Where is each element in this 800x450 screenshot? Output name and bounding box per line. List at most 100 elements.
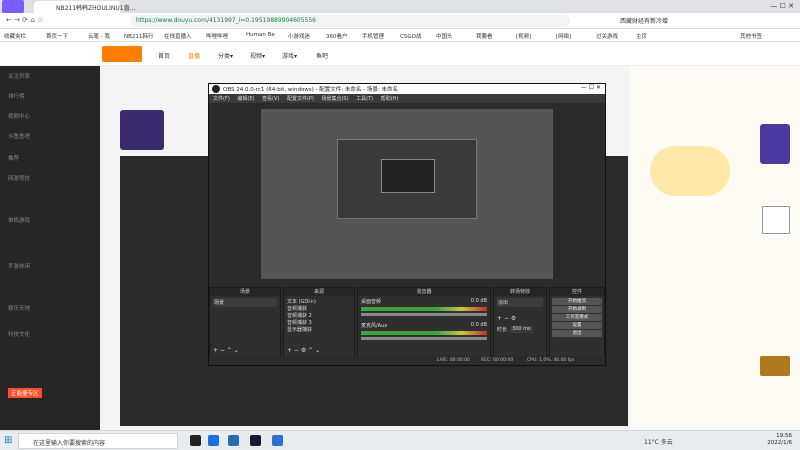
reward-icon[interactable]	[760, 356, 790, 376]
window-controls[interactable]: — ☐ ✕	[770, 2, 794, 10]
settings-button[interactable]: 设置	[552, 322, 602, 329]
url-text: https://www.douyu.com/4131997_i=0.195198…	[136, 17, 316, 24]
duration-input[interactable]: 300 ms	[510, 326, 533, 333]
browser-search-hint[interactable]: 西藏财经有新冷增	[620, 16, 668, 25]
windows-start-icon[interactable]: ⊞	[4, 435, 12, 446]
nav-item[interactable]: 首页	[158, 51, 170, 60]
tab-label: NB211韩韩ZHOULINU1直…	[56, 5, 136, 12]
dock-sources: 来源 文本 (GDI+) 音频捕获 音频捕获 2 音频捕获 3 显示器捕获 + …	[283, 287, 355, 357]
transition-controls[interactable]: + − ⚙	[497, 315, 543, 322]
bookmark-item[interactable]: [视频]	[516, 32, 531, 40]
scene-item[interactable]: 场景	[213, 298, 277, 307]
obs-preview[interactable]	[261, 109, 553, 279]
transition-select[interactable]: 淡出	[497, 298, 543, 307]
site-header: 首页 直播 分类▾ 视频▾ 游戏▾ 鱼吧	[0, 42, 800, 66]
preview-nested-window-inner	[381, 159, 435, 193]
left-sidebar: 关注列表 排行榜 视频中心 斗鱼鱼吧 推荐 网游竞技 单机游戏 手游休闲 娱乐天…	[0, 66, 100, 430]
status-live: LIVE: 00:00:00	[437, 358, 470, 363]
nav-item[interactable]: 分类▾	[218, 51, 233, 60]
source-controls[interactable]: + − ⚙ ⌃ ⌄	[287, 347, 320, 354]
obs-menu-item[interactable]: 帮助(H)	[381, 96, 399, 102]
sidebar-item[interactable]: 科技文化	[8, 330, 30, 338]
bookmark-item[interactable]: 中国头	[436, 32, 453, 40]
nav-buttons[interactable]: ← → ⟳ ⌂ ☆	[6, 16, 43, 24]
bookmark-item[interactable]: 360看户	[326, 32, 348, 40]
bookmark-item[interactable]: 过关游戏	[596, 32, 618, 40]
start-streaming-button[interactable]: 开始推流	[552, 298, 602, 305]
sidebar-item[interactable]: 关注列表	[8, 72, 30, 80]
taskbar-search-input[interactable]: 在这里输入你要搜索的内容	[18, 433, 178, 449]
dock-mixer: 混音器 桌面音频 0.0 dB 麦克风/Aux 0.0 dB	[357, 287, 491, 357]
nav-item[interactable]: 视频▾	[250, 51, 265, 60]
qr-code[interactable]	[762, 206, 790, 234]
bookmarks-bar: 收藏夹栏 首页一下 云笔 - 我 NB211韩行 在线直播入 哔哩哔哩 Huma…	[0, 29, 800, 42]
system-clock[interactable]: 19:56 2022/1/6	[744, 433, 792, 449]
bookmark-item[interactable]: 哔哩哔哩	[206, 32, 228, 40]
browser-logo-icon[interactable]	[2, 0, 24, 13]
dock-scenes: 场景 场景 + − ⌃ ⌄	[209, 287, 281, 357]
bookmark-item[interactable]: 首页一下	[46, 32, 68, 40]
streamer-avatar[interactable]	[120, 110, 164, 150]
browser-taskbar-icon[interactable]	[208, 435, 219, 446]
sidebar-item[interactable]: 网游竞技	[8, 174, 30, 182]
tab-douyu[interactable]: NB211韩韩ZHOULINU1直…	[34, 1, 136, 13]
obs-menu-item[interactable]: 文件(F)	[213, 96, 230, 102]
sidebar-item[interactable]: 视频中心	[8, 112, 30, 120]
douyu-logo-icon[interactable]	[102, 46, 142, 62]
bookmark-item[interactable]: NB211韩行	[124, 32, 153, 40]
status-rec: REC: 00:00:00	[481, 358, 514, 363]
sidebar-item[interactable]: 排行榜	[8, 92, 25, 100]
bookmark-item[interactable]: 云笔 - 我	[88, 32, 110, 40]
bookmark-item[interactable]: Human Be	[246, 32, 275, 38]
mascot-image	[650, 146, 730, 196]
obs-menu-item[interactable]: 查看(V)	[262, 96, 279, 102]
url-input[interactable]: https://www.douyu.com/4131997_i=0.195198…	[130, 15, 570, 27]
mixer-slider[interactable]	[361, 337, 487, 340]
start-recording-button[interactable]: 开始录制	[552, 306, 602, 313]
bookmark-item[interactable]: 在线直播入	[164, 32, 192, 40]
obs-menu-item[interactable]: 编辑(E)	[237, 96, 254, 102]
sidebar-item[interactable]: 单机游戏	[8, 216, 30, 224]
bookmark-item[interactable]: CSGO战	[400, 32, 421, 40]
obs-menu-item[interactable]: 场景集合(S)	[321, 96, 348, 102]
bookmark-item[interactable]: 收藏夹栏	[4, 32, 26, 40]
weather-widget[interactable]: 11°C 多云	[644, 437, 673, 446]
source-item[interactable]: 音频捕获 2	[287, 312, 351, 319]
sidebar-item[interactable]: 推荐	[8, 154, 19, 162]
nav-item[interactable]: 鱼吧	[316, 51, 328, 60]
app-taskbar-icon[interactable]	[272, 435, 283, 446]
mixer-meter	[361, 307, 487, 311]
mixer-slider[interactable]	[361, 313, 487, 316]
source-item[interactable]: 文本 (GDI+)	[287, 298, 351, 305]
bookmark-item[interactable]: 手机管理	[362, 32, 384, 40]
source-item[interactable]: 音频捕获	[287, 305, 351, 312]
obs-window-controls[interactable]: — ☐ ✕	[581, 84, 601, 91]
bookmark-item[interactable]: 其他书签	[740, 32, 762, 40]
source-item[interactable]: 音频捕获 3	[287, 319, 351, 326]
obs-window: OBS 24.0.0-rc1 (64-bit, windows) - 配置文件:…	[208, 83, 606, 366]
clock-date: 2022/1/6	[767, 440, 792, 446]
sidebar-item[interactable]: 正能量专区	[8, 388, 42, 398]
obs-taskbar-icon[interactable]	[190, 435, 201, 446]
nav-item[interactable]: 游戏▾	[282, 51, 297, 60]
studio-mode-button[interactable]: 工作室模式	[552, 314, 602, 321]
sidebar-item[interactable]: 手游休闲	[8, 262, 30, 270]
obs-status-bar: LIVE: 00:00:00 REC: 00:00:00 CPU: 1.0%, …	[209, 356, 605, 365]
bookmark-item[interactable]: 小游戏迷	[288, 32, 310, 40]
sidebar-item[interactable]: 娱乐天地	[8, 304, 30, 312]
sidebar-item[interactable]: 斗鱼鱼吧	[8, 132, 30, 140]
bookmark-item[interactable]: [网络]	[556, 32, 571, 40]
scene-controls[interactable]: + − ⌃ ⌄	[213, 347, 239, 354]
source-item[interactable]: 显示器捕获	[287, 326, 351, 333]
bookmark-item[interactable]: 主页	[636, 32, 647, 40]
obs-menu-item[interactable]: 配置文件(P)	[287, 96, 314, 102]
dock-header: 转场特效	[494, 288, 546, 296]
obs-menu-item[interactable]: 工具(T)	[356, 96, 373, 102]
nav-item[interactable]: 直播	[188, 51, 200, 60]
explorer-taskbar-icon[interactable]	[228, 435, 239, 446]
steam-taskbar-icon[interactable]	[250, 435, 261, 446]
exit-button[interactable]: 退出	[552, 330, 602, 337]
promo-badge[interactable]	[760, 124, 790, 164]
right-panel	[630, 66, 800, 430]
bookmark-item[interactable]: 我要看	[476, 32, 493, 40]
